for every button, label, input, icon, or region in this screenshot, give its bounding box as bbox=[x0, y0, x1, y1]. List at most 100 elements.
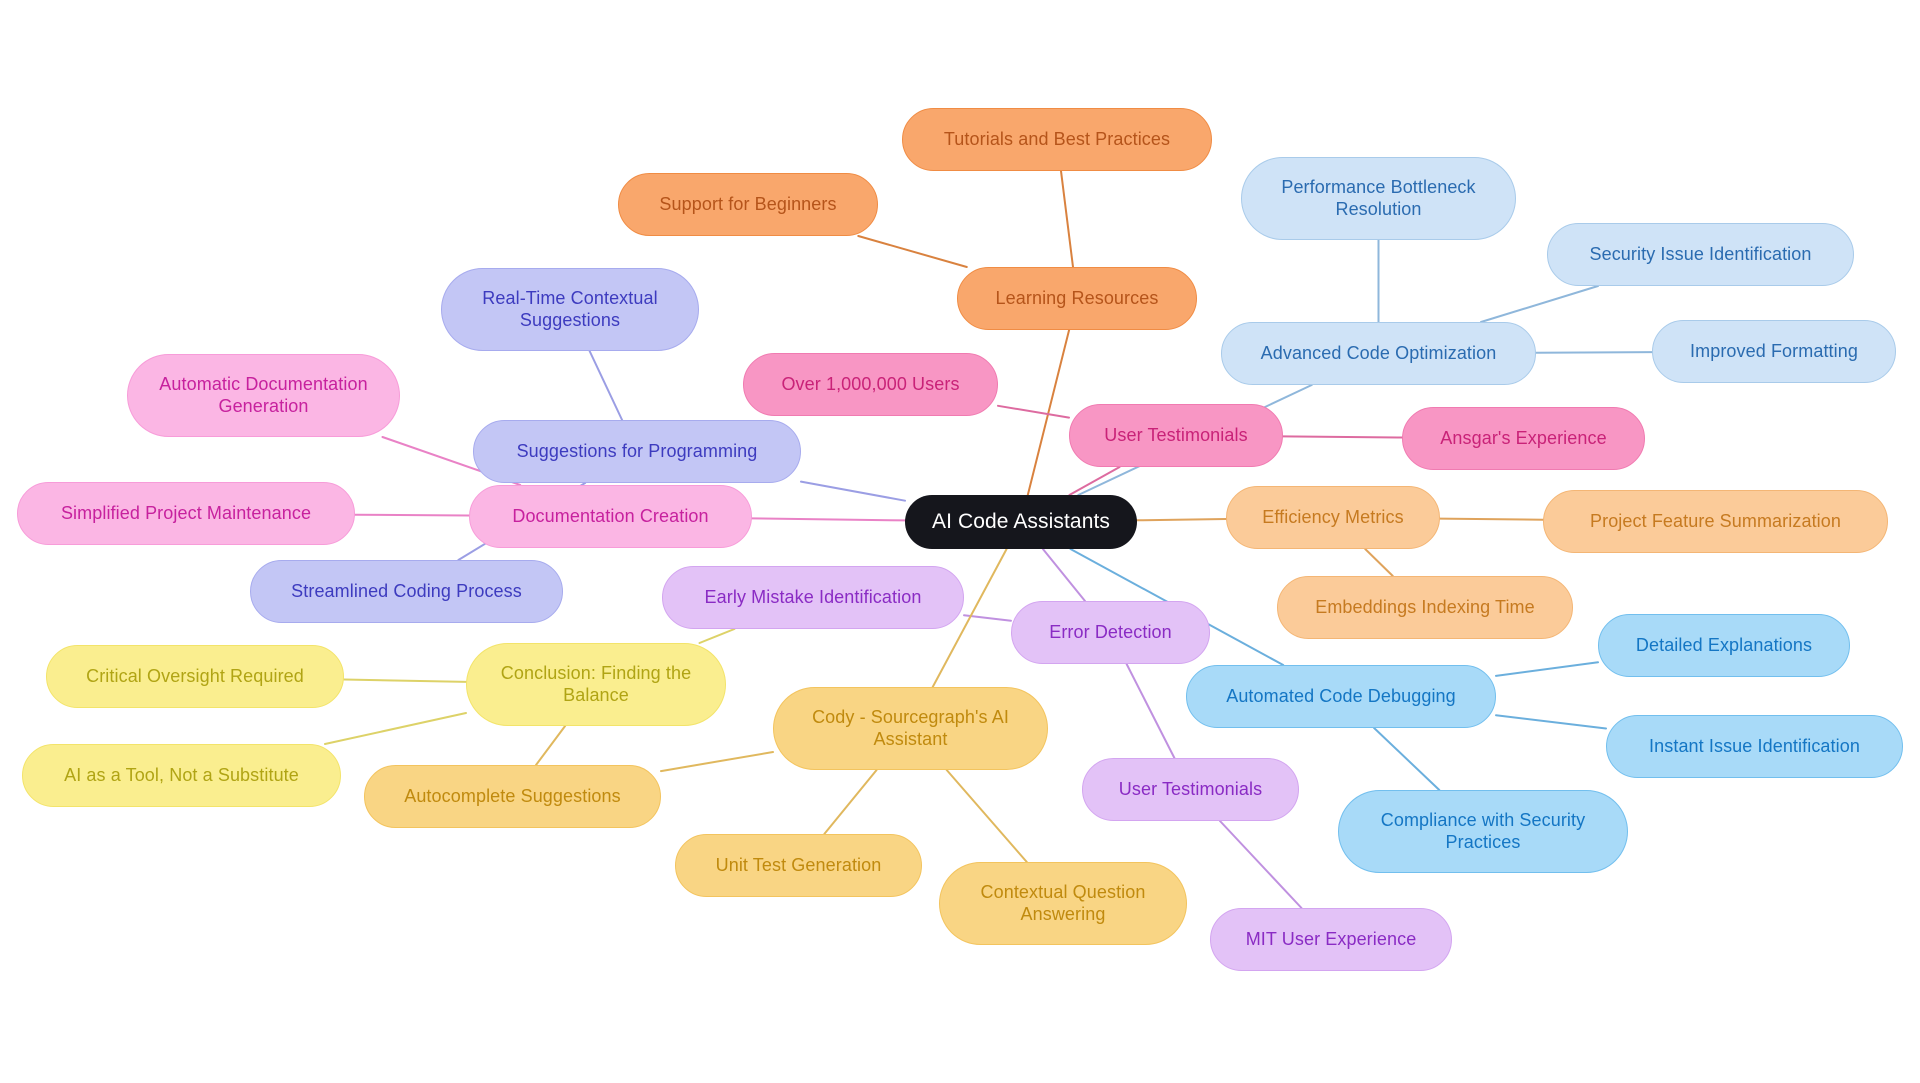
mindmap-node[interactable]: Cody - Sourcegraph's AI Assistant bbox=[773, 687, 1048, 770]
mindmap-node[interactable]: Support for Beginners bbox=[618, 173, 878, 236]
node-label: User Testimonials bbox=[1118, 778, 1263, 799]
node-label: Ansgar's Experience bbox=[1440, 427, 1607, 448]
mindmap-edge bbox=[857, 235, 968, 268]
mindmap-node[interactable]: Autocomplete Suggestions bbox=[364, 765, 661, 828]
mindmap-edge bbox=[354, 513, 470, 517]
mindmap-edge bbox=[588, 350, 624, 421]
mindmap-node[interactable]: Error Detection bbox=[1011, 601, 1210, 664]
mindmap-edge bbox=[800, 480, 906, 502]
node-label: Over 1,000,000 Users bbox=[781, 373, 960, 394]
mindmap-node[interactable]: Unit Test Generation bbox=[675, 834, 922, 897]
mindmap-node[interactable]: Automatic Documentation Generation bbox=[127, 354, 400, 437]
mindmap-edge bbox=[1282, 435, 1403, 439]
mindmap-node[interactable]: Documentation Creation bbox=[469, 485, 752, 548]
mindmap-node[interactable]: Advanced Code Optimization bbox=[1221, 322, 1536, 385]
mindmap-edge bbox=[1439, 517, 1544, 521]
mindmap-node[interactable]: Efficiency Metrics bbox=[1226, 486, 1440, 549]
node-label: User Testimonials bbox=[1104, 424, 1248, 445]
mindmap-edge bbox=[343, 678, 467, 683]
node-label: Improved Formatting bbox=[1690, 340, 1858, 361]
mindmap-node[interactable]: Embeddings Indexing Time bbox=[1277, 576, 1573, 639]
node-label: Automatic Documentation Generation bbox=[159, 373, 368, 416]
node-label: AI Code Assistants bbox=[931, 510, 1111, 534]
mindmap-node[interactable]: Over 1,000,000 Users bbox=[743, 353, 998, 416]
mindmap-edge bbox=[1535, 351, 1653, 354]
mindmap-edge bbox=[1026, 329, 1071, 496]
mindmap-edge bbox=[1364, 548, 1394, 577]
mindmap-edge bbox=[751, 517, 906, 522]
node-label: Streamlined Coding Process bbox=[291, 580, 522, 601]
node-label: Advanced Code Optimization bbox=[1260, 342, 1497, 363]
node-label: Critical Oversight Required bbox=[86, 665, 304, 686]
mindmap-node[interactable]: Project Feature Summarization bbox=[1543, 490, 1888, 553]
mindmap-node[interactable]: User Testimonials bbox=[1069, 404, 1283, 467]
mindmap-node[interactable]: Contextual Question Answering bbox=[939, 862, 1187, 945]
node-label: Automated Code Debugging bbox=[1226, 685, 1456, 706]
node-label: Compliance with Security Practices bbox=[1380, 809, 1586, 852]
mindmap-edge bbox=[660, 751, 774, 773]
node-label: Tutorials and Best Practices bbox=[943, 128, 1171, 149]
mindmap-node[interactable]: Instant Issue Identification bbox=[1606, 715, 1903, 778]
node-label: Project Feature Summarization bbox=[1590, 510, 1841, 531]
mindmap-node[interactable]: Automated Code Debugging bbox=[1186, 665, 1496, 728]
node-label: Documentation Creation bbox=[512, 505, 709, 526]
node-label: Security Issue Identification bbox=[1589, 243, 1812, 264]
node-label: Detailed Explanations bbox=[1635, 634, 1813, 655]
mindmap-edge bbox=[963, 614, 1012, 622]
node-label: Support for Beginners bbox=[659, 193, 837, 214]
node-label: Learning Resources bbox=[995, 287, 1159, 308]
mindmap-edge bbox=[1495, 661, 1599, 677]
node-label: Simplified Project Maintenance bbox=[60, 502, 312, 523]
mindmap-edge bbox=[1060, 170, 1074, 268]
mindmap-node[interactable]: Simplified Project Maintenance bbox=[17, 482, 355, 545]
node-label: Conclusion: Finding the Balance bbox=[500, 662, 692, 705]
mindmap-edge bbox=[535, 725, 567, 766]
mindmap-node[interactable]: Streamlined Coding Process bbox=[250, 560, 563, 623]
node-label: MIT User Experience bbox=[1245, 928, 1417, 949]
mindmap-node[interactable]: Improved Formatting bbox=[1652, 320, 1896, 383]
mindmap-edge bbox=[1068, 466, 1121, 496]
mindmap-edge bbox=[1136, 518, 1227, 522]
mindmap-edge bbox=[1480, 285, 1599, 323]
mindmap-node[interactable]: MIT User Experience bbox=[1210, 908, 1452, 971]
node-label: Cody - Sourcegraph's AI Assistant bbox=[812, 706, 1009, 749]
mindmap-edge bbox=[1495, 714, 1607, 730]
mindmap-node[interactable]: Ansgar's Experience bbox=[1402, 407, 1645, 470]
node-label: Real-Time Contextual Suggestions bbox=[482, 287, 658, 330]
mindmap-edge bbox=[1125, 663, 1176, 759]
node-label: Unit Test Generation bbox=[715, 854, 882, 875]
mindmap-node[interactable]: Tutorials and Best Practices bbox=[902, 108, 1212, 171]
node-label: Suggestions for Programming bbox=[516, 440, 758, 461]
mindmap-edge bbox=[823, 769, 878, 835]
mindmap-edge bbox=[698, 628, 736, 644]
mindmap-edge bbox=[997, 404, 1070, 419]
mindmap-node[interactable]: Performance Bottleneck Resolution bbox=[1241, 157, 1516, 240]
mindmap-node[interactable]: Suggestions for Programming bbox=[473, 420, 801, 483]
mindmap-edge bbox=[1219, 820, 1303, 909]
mindmap-node[interactable]: Critical Oversight Required bbox=[46, 645, 344, 708]
mindmap-edge bbox=[1373, 727, 1441, 791]
mindmap-edge bbox=[945, 769, 1028, 863]
mindmap-node[interactable]: Compliance with Security Practices bbox=[1338, 790, 1628, 873]
root-node[interactable]: AI Code Assistants bbox=[905, 495, 1137, 549]
mindmap-canvas: AI Code Assistants Tutorials and Best Pra… bbox=[0, 0, 1920, 1083]
mindmap-node[interactable]: User Testimonials bbox=[1082, 758, 1299, 821]
mindmap-edge bbox=[324, 712, 467, 745]
node-label: Efficiency Metrics bbox=[1262, 506, 1404, 527]
node-label: Autocomplete Suggestions bbox=[404, 785, 621, 806]
mindmap-edge bbox=[1041, 548, 1086, 602]
mindmap-node[interactable]: Security Issue Identification bbox=[1547, 223, 1854, 286]
mindmap-node[interactable]: Learning Resources bbox=[957, 267, 1197, 330]
mindmap-node[interactable]: Conclusion: Finding the Balance bbox=[466, 643, 726, 726]
mindmap-node[interactable]: Early Mistake Identification bbox=[662, 566, 964, 629]
mindmap-node[interactable]: AI as a Tool, Not a Substitute bbox=[22, 744, 341, 807]
node-label: Early Mistake Identification bbox=[704, 586, 922, 607]
mindmap-node[interactable]: Detailed Explanations bbox=[1598, 614, 1850, 677]
mindmap-node[interactable]: Real-Time Contextual Suggestions bbox=[441, 268, 699, 351]
node-label: Embeddings Indexing Time bbox=[1315, 596, 1535, 617]
node-label: Performance Bottleneck Resolution bbox=[1281, 176, 1476, 219]
node-label: Instant Issue Identification bbox=[1649, 735, 1860, 756]
node-label: AI as a Tool, Not a Substitute bbox=[64, 764, 299, 785]
node-label: Error Detection bbox=[1049, 621, 1172, 642]
node-label: Contextual Question Answering bbox=[980, 881, 1146, 924]
